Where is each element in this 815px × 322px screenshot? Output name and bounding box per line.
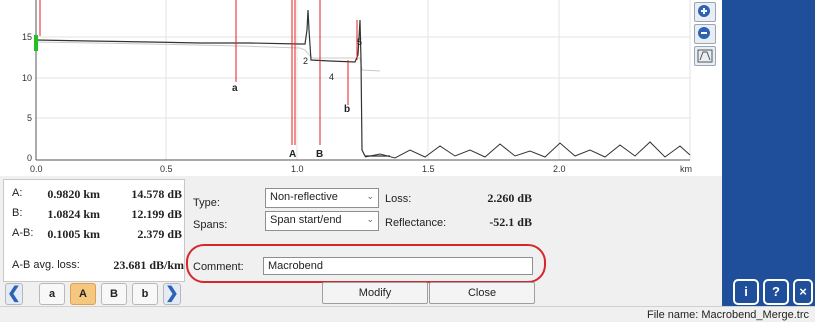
x-tick-1-0: 1.0 [291, 164, 304, 174]
level-value: 2.379 dB [137, 227, 182, 241]
marker-label-b[interactable]: b [344, 104, 350, 115]
spans-select[interactable]: Span start/end ⌄ [265, 211, 379, 231]
fiber-start-marker [34, 35, 38, 51]
chevron-right-icon: ❯ [165, 285, 179, 302]
zoom-out-icon [698, 27, 710, 39]
spans-select-value: Span start/end [270, 214, 342, 226]
chevron-down-icon: ⌄ [366, 191, 374, 201]
marker-a-button[interactable]: a [39, 283, 65, 305]
next-button[interactable]: ❯ [163, 283, 181, 305]
info-button[interactable]: i [733, 279, 759, 305]
distance-value: 0.9820 km [47, 187, 100, 201]
y-tick-10: 10 [22, 73, 32, 83]
info-icon: i [744, 284, 748, 299]
help-icon: ? [772, 284, 780, 299]
reference-trace [35, 41, 381, 72]
loss-value: 2.260 dB [487, 191, 532, 205]
marker-A-button[interactable]: A [70, 283, 96, 305]
level-value: 12.199 dB [131, 207, 182, 221]
marker-label-A[interactable]: A [289, 149, 296, 160]
event-label-5: 5 [357, 37, 362, 47]
help-button[interactable]: ? [763, 279, 789, 305]
marker-B-button[interactable]: B [101, 283, 127, 305]
zoom-out-button[interactable] [694, 24, 716, 44]
row-label: B: [12, 207, 23, 219]
level-value: 14.578 dB [131, 187, 182, 201]
marker-label-a[interactable]: a [232, 83, 238, 94]
previous-button[interactable]: ❮ [5, 283, 23, 305]
comment-highlight [186, 244, 546, 283]
markers [39, 0, 358, 145]
close-button[interactable]: Close [429, 282, 535, 304]
distance-value: 0.1005 km [47, 227, 100, 241]
marker-row-a: A: 0.9820 km 14.578 dB [4, 187, 186, 203]
status-bar: File name: Macrobend_Merge.trc [0, 306, 815, 322]
reflectance-label: Reflectance: [385, 217, 447, 229]
close-circle-icon: × [799, 284, 807, 299]
avg-loss-value: 23.681 dB/km [113, 258, 184, 272]
x-unit: km [680, 164, 692, 174]
reflectance-value: -52.1 dB [489, 215, 532, 229]
zoom-in-icon [698, 5, 710, 17]
marker-row-ab: A-B: 0.1005 km 2.379 dB [4, 227, 186, 243]
spans-label: Spans: [193, 219, 228, 231]
grid [36, 0, 691, 160]
event-label-4: 4 [329, 72, 334, 82]
row-label: A-B: [12, 227, 34, 239]
full-view-button[interactable] [694, 46, 716, 66]
avg-loss-label: A-B avg. loss: [12, 259, 80, 271]
zoom-in-button[interactable] [694, 2, 716, 22]
marker-row-b: B: 1.0824 km 12.199 dB [4, 207, 186, 223]
loss-label: Loss: [385, 193, 412, 205]
close-panel-button[interactable]: × [793, 279, 813, 305]
main-trace [35, 9, 390, 157]
y-tick-0: 0 [27, 153, 32, 163]
type-select[interactable]: Non-reflective ⌄ [265, 188, 379, 208]
app-window: 15 10 5 0 0.0 0.5 1.0 1.5 2.0 km 2 4 5 a… [0, 0, 815, 322]
chevron-down-icon: ⌄ [366, 214, 374, 224]
row-label: A: [12, 187, 23, 199]
noise-floor [364, 141, 691, 159]
distance-value: 1.0824 km [47, 207, 100, 221]
full-view-icon [697, 49, 713, 63]
x-tick-1-5: 1.5 [422, 164, 435, 174]
file-name-label: File name: Macrobend_Merge.trc [646, 309, 809, 321]
otdr-trace-graph[interactable]: 15 10 5 0 0.0 0.5 1.0 1.5 2.0 km 2 4 5 a… [0, 0, 722, 176]
modify-button[interactable]: Modify [322, 282, 428, 304]
x-tick-0-5: 0.5 [160, 164, 173, 174]
type-select-value: Non-reflective [270, 191, 338, 203]
marker-label-B[interactable]: B [316, 149, 323, 160]
event-label-2: 2 [303, 56, 308, 66]
marker-b-button[interactable]: b [132, 283, 158, 305]
side-panel [722, 0, 815, 306]
marker-values-box: A: 0.9820 km 14.578 dB B: 1.0824 km 12.1… [3, 179, 185, 282]
type-label: Type: [193, 197, 220, 209]
trace-svg: 15 10 5 0 0.0 0.5 1.0 1.5 2.0 km 2 4 5 a… [22, 0, 692, 174]
y-tick-5: 5 [27, 113, 32, 123]
chevron-left-icon: ❮ [7, 285, 21, 302]
x-tick-2-0: 2.0 [553, 164, 566, 174]
x-tick-0: 0.0 [30, 164, 43, 174]
y-tick-15: 15 [22, 32, 32, 42]
